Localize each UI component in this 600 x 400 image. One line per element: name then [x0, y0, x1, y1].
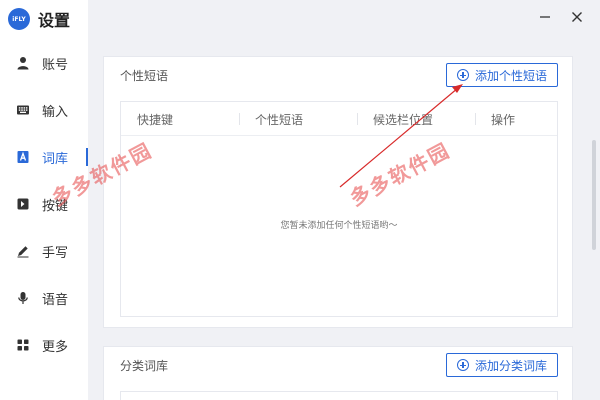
button-label: 添加分类词库	[474, 358, 547, 373]
add-category-dictionary-button[interactable]: 添加分类词库	[445, 353, 558, 377]
sidebar-item-keys[interactable]: 按键	[0, 189, 88, 219]
grid-icon	[16, 338, 30, 352]
minimize-button[interactable]	[536, 8, 554, 26]
category-table	[120, 391, 558, 400]
sidebar-item-input[interactable]: 输入	[0, 95, 88, 125]
column-divider	[357, 113, 358, 125]
sidebar-item-label: 手写	[42, 245, 69, 261]
scrollbar[interactable]	[592, 140, 596, 250]
column-divider	[239, 113, 240, 125]
pen-icon	[16, 244, 30, 258]
empty-state-text: 您暂未添加任何个性短语哟～	[280, 221, 398, 231]
table-header: 快捷键 个性短语 候选栏位置 操作	[121, 102, 557, 136]
sidebar-item-account[interactable]: 账号	[0, 48, 88, 78]
sidebar-item-handwriting[interactable]: 手写	[0, 236, 88, 266]
sidebar-item-label: 词库	[42, 151, 69, 167]
button-label: 添加个性短语	[474, 68, 547, 83]
column-divider	[475, 113, 476, 125]
add-personal-phrase-button[interactable]: 添加个性短语	[445, 63, 558, 87]
user-icon	[16, 56, 30, 70]
key-icon	[16, 197, 30, 211]
plus-circle-icon	[456, 69, 469, 81]
column-header-shortcut: 快捷键	[137, 112, 174, 127]
personal-phrases-panel: 个性短语 添加个性短语 快捷键 个性短语 候选栏位置 操作 您暂未添加任何个性短…	[103, 56, 573, 328]
sidebar-item-label: 语音	[42, 292, 69, 308]
sidebar: iFLY 设置 账号 输入 词库 按键 手写 语音 更多	[0, 0, 88, 400]
plus-circle-icon	[456, 359, 469, 371]
close-button[interactable]	[568, 8, 586, 26]
sidebar-item-dictionary[interactable]: 词库	[0, 142, 88, 172]
dictionary-icon	[16, 150, 30, 164]
close-icon	[572, 12, 582, 22]
sidebar-item-more[interactable]: 更多	[0, 330, 88, 360]
keyboard-icon	[16, 103, 30, 117]
column-header-phrase: 个性短语	[255, 112, 304, 127]
sidebar-item-label: 输入	[42, 104, 69, 120]
section-title: 分类词库	[120, 359, 169, 373]
microphone-icon	[16, 291, 30, 305]
sidebar-item-label: 账号	[42, 57, 69, 73]
active-indicator	[86, 148, 88, 166]
ifly-logo: iFLY	[8, 8, 30, 30]
settings-window: iFLY 设置 账号 输入 词库 按键 手写 语音 更多 个性短语 添加个性短语…	[0, 0, 600, 400]
section-title: 个性短语	[120, 69, 169, 83]
brand: iFLY 设置	[8, 6, 70, 32]
column-header-action: 操作	[491, 112, 516, 127]
column-header-position: 候选栏位置	[373, 112, 434, 127]
sidebar-item-voice[interactable]: 语音	[0, 283, 88, 313]
minimize-icon	[540, 16, 550, 18]
sidebar-item-label: 按键	[42, 198, 69, 214]
window-title: 设置	[38, 11, 71, 30]
personal-phrases-table: 快捷键 个性短语 候选栏位置 操作 您暂未添加任何个性短语哟～	[120, 101, 558, 317]
category-dictionary-panel: 分类词库 添加分类词库	[103, 346, 573, 400]
sidebar-item-label: 更多	[42, 339, 69, 355]
